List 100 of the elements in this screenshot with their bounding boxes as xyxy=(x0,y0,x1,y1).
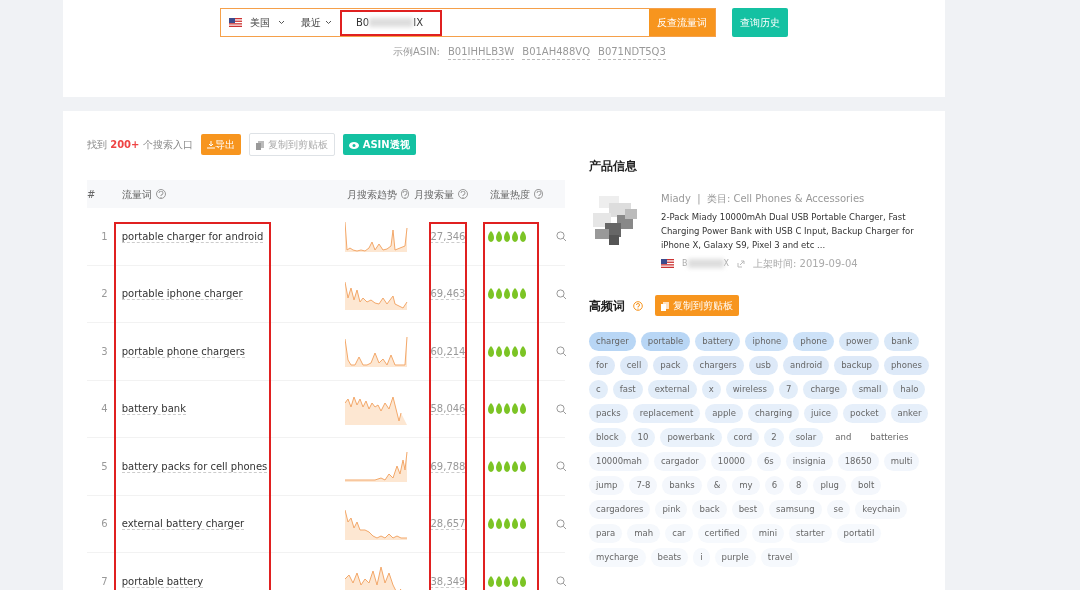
keyword-tag[interactable]: for xyxy=(589,356,615,375)
keyword-tag[interactable]: keychain xyxy=(855,500,908,519)
keyword-tag[interactable]: my xyxy=(732,476,760,495)
keyword-tag[interactable]: cord xyxy=(726,428,760,447)
keyword-tag[interactable]: replacement xyxy=(632,404,701,423)
keyword-tag[interactable]: 6 xyxy=(764,476,785,495)
keyword-link[interactable]: battery packs for cell phones xyxy=(121,460,268,473)
keyword-tag[interactable]: bank xyxy=(884,332,920,351)
keyword-tag[interactable]: 2 xyxy=(764,428,784,447)
keyword-tag[interactable]: pink xyxy=(655,500,688,519)
keyword-tag[interactable]: para xyxy=(589,524,623,543)
example-asin-link[interactable]: B01IHHLB3W xyxy=(448,44,515,60)
keyword-tag[interactable]: starter xyxy=(789,524,832,543)
keyword-tag[interactable]: travel xyxy=(760,548,800,567)
keyword-tag[interactable]: backup xyxy=(834,356,879,375)
search-icon[interactable] xyxy=(556,518,567,530)
keyword-tag[interactable]: battery xyxy=(695,332,741,351)
keyword-tag[interactable]: cell xyxy=(619,356,649,375)
keyword-tag[interactable]: back xyxy=(692,500,727,519)
keyword-tag[interactable]: bolt xyxy=(851,476,882,495)
keyword-tag[interactable]: insignia xyxy=(785,452,833,471)
keyword-tag[interactable]: purple xyxy=(714,548,756,567)
keyword-tag[interactable]: apple xyxy=(705,404,743,423)
keyword-tag[interactable]: anker xyxy=(890,404,929,423)
keyword-link[interactable]: portable phone chargers xyxy=(121,345,245,358)
column-header: 流量词 xyxy=(122,187,152,202)
keyword-tag[interactable]: cargadores xyxy=(589,500,651,519)
example-asin-link[interactable]: B01AH488VQ xyxy=(522,44,590,60)
leaf-icon xyxy=(487,345,496,357)
keyword-tag[interactable]: wireless xyxy=(725,380,774,399)
keyword-tag[interactable]: beats xyxy=(650,548,689,567)
keyword-tag[interactable]: fast xyxy=(612,380,643,399)
country-select[interactable]: 美国 xyxy=(221,15,293,30)
product-title[interactable]: 2-Pack Miady 10000mAh Dual USB Portable Charger, Fast Charging Power Bank with USB C Input, Backup Charger for iPhone X, Galaxy S9, Pixel 3 and etc ... xyxy=(661,210,929,252)
keyword-tag[interactable]: portable xyxy=(640,332,691,351)
keyword-tag[interactable]: phones xyxy=(883,356,929,375)
keyword-tag[interactable]: 7-8 xyxy=(629,476,658,495)
keyword-tag[interactable]: android xyxy=(782,356,830,375)
external-link-icon[interactable] xyxy=(737,259,745,268)
keyword-tag[interactable]: portatil xyxy=(836,524,882,543)
keyword-tag[interactable]: powerbank xyxy=(660,428,722,447)
search-volume: 28,657 xyxy=(430,518,466,531)
asin-input[interactable]: B0 IX xyxy=(340,9,442,36)
keyword-tag[interactable]: 8 xyxy=(789,476,809,495)
leaf-icon xyxy=(519,288,528,300)
search-icon[interactable] xyxy=(556,461,567,473)
search-icon[interactable] xyxy=(556,403,567,415)
range-select[interactable]: 最近 xyxy=(293,15,340,30)
keyword-tag[interactable]: car xyxy=(665,524,693,543)
keyword-tag[interactable]: banks xyxy=(662,476,702,495)
keyword-tag[interactable]: usb xyxy=(748,356,778,375)
example-asin-link[interactable]: B071NDT5Q3 xyxy=(598,44,666,60)
keyword-tag[interactable]: 6s xyxy=(756,452,781,471)
keyword-tag[interactable]: multi xyxy=(883,452,920,471)
keyword-tag[interactable]: mini xyxy=(751,524,785,543)
search-icon[interactable] xyxy=(556,576,567,588)
keyword-tag[interactable]: best xyxy=(731,500,765,519)
keyword-tag[interactable]: power xyxy=(838,332,880,351)
keyword-link[interactable]: external battery charger xyxy=(121,518,245,531)
keyword-tag[interactable]: iphone xyxy=(745,332,789,351)
keyword-tag[interactable]: samsung xyxy=(769,500,822,519)
keyword-tag[interactable]: mah xyxy=(627,524,661,543)
keyword-tag[interactable]: plug xyxy=(813,476,846,495)
keyword-tag[interactable]: x xyxy=(701,380,721,399)
keyword-tag[interactable]: mycharge xyxy=(589,548,646,567)
keyword-tag[interactable]: pocket xyxy=(843,404,886,423)
keyword-tag[interactable]: certified xyxy=(697,524,747,543)
keyword-tag[interactable]: 10000 xyxy=(710,452,752,471)
keyword-link[interactable]: portable charger for android xyxy=(121,230,264,243)
keyword-tag[interactable]: juice xyxy=(804,404,839,423)
keyword-tag[interactable]: small xyxy=(851,380,889,399)
keyword-tag[interactable]: solar xyxy=(788,428,824,447)
keyword-tag[interactable]: block xyxy=(589,428,626,447)
leaf-icon xyxy=(487,288,496,300)
keyword-link[interactable]: battery bank xyxy=(121,403,186,416)
keyword-tag[interactable]: chargers xyxy=(692,356,744,375)
keyword-tag[interactable]: jump xyxy=(589,476,625,495)
search-icon[interactable] xyxy=(556,231,567,243)
keyword-tag[interactable]: 18650 xyxy=(837,452,879,471)
keyword-tag[interactable]: packs xyxy=(589,404,628,423)
keyword-tag[interactable]: c xyxy=(589,380,608,399)
keyword-tag[interactable]: 10000mah xyxy=(589,452,649,471)
keyword-link[interactable]: portable iphone charger xyxy=(121,288,243,301)
keyword-tag[interactable]: charge xyxy=(803,380,847,399)
keyword-link[interactable]: portable battery xyxy=(121,575,204,588)
search-icon[interactable] xyxy=(556,346,567,358)
keyword-tag[interactable]: phone xyxy=(793,332,834,351)
keyword-tag[interactable]: external xyxy=(647,380,697,399)
keyword-tag[interactable]: & xyxy=(706,476,728,495)
keyword-tag[interactable]: 10 xyxy=(630,428,656,447)
leaf-icon xyxy=(503,403,512,415)
keyword-tag[interactable]: se xyxy=(826,500,851,519)
keyword-tag[interactable]: i xyxy=(693,548,710,567)
keyword-tag[interactable]: 7 xyxy=(779,380,799,399)
keyword-tag[interactable]: halo xyxy=(893,380,926,399)
search-icon[interactable] xyxy=(556,288,567,300)
keyword-tag[interactable]: charging xyxy=(747,404,800,423)
keyword-tag[interactable]: charger xyxy=(589,332,636,351)
keyword-tag[interactable]: cargador xyxy=(653,452,706,471)
keyword-tag[interactable]: pack xyxy=(653,356,688,375)
